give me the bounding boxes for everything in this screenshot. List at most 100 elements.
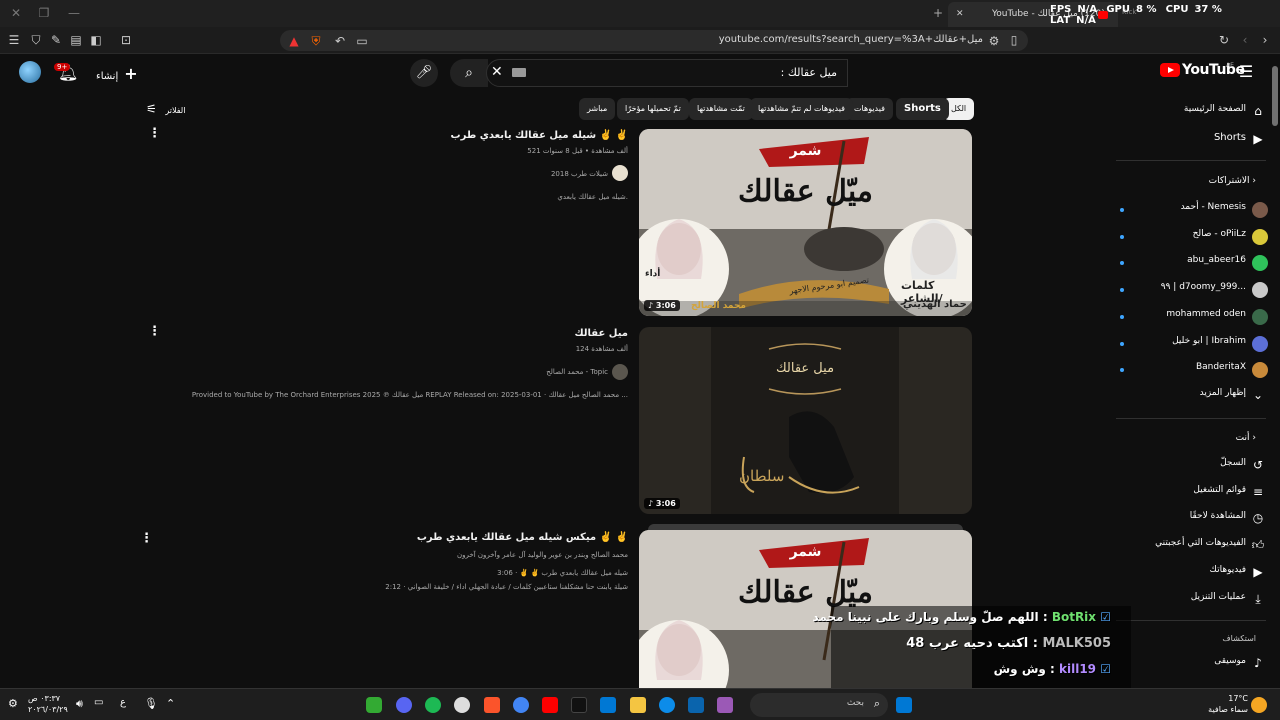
page-scrollbar[interactable] xyxy=(1270,54,1280,688)
mix-item-2[interactable]: شيلة يابنت حنا مشكلفنا ستاعبين كلمات / ع… xyxy=(385,583,628,591)
chip-unwatched[interactable]: فيديوهات لم تتمّ مشاهدتها xyxy=(750,98,853,120)
bookmark-icon[interactable]: ▯ xyxy=(1006,32,1022,48)
chrome-icon[interactable] xyxy=(513,697,529,713)
brave-shield-icon[interactable]: ⛨ xyxy=(308,33,324,49)
more-actions-icon[interactable]: ⋮ xyxy=(148,324,161,339)
tiktok-icon[interactable] xyxy=(571,697,587,713)
chip-recent[interactable]: تمّ تحميلها مؤخرًا xyxy=(617,98,689,120)
sidebar-item-you[interactable]: الفيديوهات التي أعجبتني 👍︎ xyxy=(1116,538,1264,558)
tabs-icon[interactable]: ▤ xyxy=(68,32,84,48)
copilot-icon[interactable] xyxy=(717,697,733,713)
channel-name-1[interactable]: شيلات طرب 2018 xyxy=(551,170,608,178)
forward-icon[interactable]: ‹ xyxy=(1237,32,1253,48)
chip-videos[interactable]: فيديوهات xyxy=(846,98,893,120)
mix-item-1[interactable]: شيله ميل عقالك يابعدي طرب ✌️ ✌️ · 3:06 xyxy=(497,569,628,577)
show-more-button[interactable]: إظهار المزيد ⌄ xyxy=(1116,388,1263,408)
youtube-logo[interactable]: YouTube AE xyxy=(1160,62,1245,78)
sidebar-subscription[interactable]: BanderitaX xyxy=(1116,362,1268,382)
channel-avatar-1[interactable] xyxy=(612,165,628,181)
brave-rewards-icon[interactable]: ▲ xyxy=(286,33,302,49)
thumbnail-art-2 xyxy=(741,343,860,494)
minimize-window-icon[interactable]: — xyxy=(64,4,84,22)
voice-search-icon[interactable]: 🎤︎ xyxy=(410,59,438,87)
address-bar[interactable]: ▲ ⛨ ↶ ▭ youtube.com/results?search_query… xyxy=(280,30,1028,51)
scrollbar-thumb[interactable] xyxy=(1272,66,1278,126)
create-button[interactable]: إنشاء + xyxy=(96,64,138,83)
share-icon[interactable]: ↶ xyxy=(332,33,348,49)
sidebar-item-home[interactable]: الصفحة الرئيسية ⌂ xyxy=(1116,104,1262,124)
sidebar-item-shorts[interactable]: Shorts ▶ xyxy=(1116,132,1263,152)
microphone-icon[interactable]: 🎙︎ xyxy=(144,697,160,713)
restore-window-icon[interactable]: ❐ xyxy=(34,4,54,22)
chip-shorts[interactable]: Shorts xyxy=(896,98,949,120)
filters-button[interactable]: ⚟ الفلاتر xyxy=(146,102,185,116)
folder-icon[interactable] xyxy=(630,697,646,713)
close-window-icon[interactable]: ✕ xyxy=(6,4,26,22)
avatar[interactable] xyxy=(19,61,41,83)
edge-icon[interactable] xyxy=(659,697,675,713)
sidebar-subscription[interactable]: ابو خليل | Ibrahim xyxy=(1116,335,1268,356)
keyboard-icon[interactable] xyxy=(512,68,526,77)
taskbar-search[interactable]: بحث ⌕ xyxy=(750,693,888,717)
menu-icon[interactable]: ☰ xyxy=(6,32,22,48)
video-title-1[interactable]: شيله ميل عقالك يابعدي طرب ✌️ ✌️ xyxy=(451,130,628,141)
sidebar-subscription[interactable]: mohammed oden xyxy=(1116,308,1268,329)
thumb1-right-name: حماد الهذيني xyxy=(903,299,967,310)
shield-icon[interactable]: ⛉ xyxy=(28,32,44,48)
sidebar-item-you[interactable]: فيديوهاتك ▶ xyxy=(1116,565,1263,585)
clock[interactable]: ٠٣:٣٧ ص ٢٠٢٦/٠٣/٢٩ xyxy=(28,693,68,715)
video-thumbnail-1[interactable]: شمر ميّل عقالك أداء محمد الصالح كلمات ال… xyxy=(639,129,972,316)
chip-watched[interactable]: تمّت مشاهدتها xyxy=(689,98,753,120)
chevron-up-icon[interactable]: ⌃ xyxy=(166,697,182,713)
subscriptions-header[interactable]: الاشتراكات › xyxy=(1209,176,1256,186)
start-icon[interactable] xyxy=(896,697,912,713)
youtube-icon[interactable] xyxy=(542,697,558,713)
app-icon-1[interactable] xyxy=(366,697,382,713)
spotify-icon[interactable] xyxy=(425,697,441,713)
sidebar-subscription[interactable]: ۹۹ | d7oomy_999... xyxy=(1116,282,1268,302)
chip-live[interactable]: مباشر xyxy=(579,98,616,120)
channel-avatar-2[interactable] xyxy=(612,364,628,380)
sidebar-icon[interactable]: ◧ xyxy=(88,32,104,48)
site-settings-icon[interactable]: ⚙ xyxy=(986,33,1002,49)
new-tab-icon[interactable]: + xyxy=(928,4,948,22)
video-thumbnail-2[interactable]: ميل عقالك سلطان ♪ 3:06 xyxy=(639,327,972,514)
video-title-3[interactable]: ميكس شيله ميل عقالك يابعدي طرب ✌️ ✌️ xyxy=(417,532,628,543)
sidebar-item-you[interactable]: قوائم التشغيل ≡ xyxy=(1116,485,1263,505)
sidebar-item-you[interactable]: السجلّ ↺ xyxy=(1116,458,1263,478)
thumb2-signature: سلطان xyxy=(739,467,785,485)
sidebar-subscription[interactable]: أحمد - Nemesis xyxy=(1116,202,1268,222)
screenshot-icon[interactable]: ⊡ xyxy=(118,32,134,48)
clear-search-icon[interactable]: ✕ xyxy=(491,64,503,80)
more-actions-icon[interactable]: ⋮ xyxy=(140,531,153,546)
cast-icon[interactable]: ▭ xyxy=(354,33,370,49)
sidebar-item-you[interactable]: عمليات التنزيل ⤓ xyxy=(1116,592,1261,612)
sidebar-item-you[interactable]: المشاهدة لاحقًا ◷ xyxy=(1116,511,1264,531)
network-icon[interactable]: ▭ xyxy=(94,697,110,713)
sidebar-subscription[interactable]: abu_abeer16 xyxy=(1116,255,1268,275)
discord-icon[interactable] xyxy=(396,697,412,713)
weather-widget[interactable]: 17°C سماء صافية xyxy=(1208,693,1248,715)
extensions-icon[interactable]: ✎ xyxy=(48,32,64,48)
back-icon[interactable]: › xyxy=(1257,32,1273,48)
steam-icon[interactable] xyxy=(454,697,470,713)
home-icon: ⌂ xyxy=(1254,104,1262,118)
video-title-2[interactable]: ميل عقالك xyxy=(574,328,628,339)
clock-time: ٠٣:٣٧ ص xyxy=(28,694,61,703)
more-actions-icon[interactable]: ⋮ xyxy=(148,126,161,141)
guide-menu-icon[interactable]: ☰ xyxy=(1236,62,1256,82)
brave-icon[interactable] xyxy=(484,697,500,713)
sidebar-subscription[interactable]: صالح - oPiiLz xyxy=(1116,228,1268,249)
channel-name-2[interactable]: محمد الصالح - Topic xyxy=(546,368,608,376)
volume-icon[interactable]: 🔊︎ xyxy=(76,697,92,713)
sidebar-item-music[interactable]: موسيقى ♪ xyxy=(1116,656,1262,676)
settings-icon[interactable]: ⚙ xyxy=(8,697,24,713)
you-header[interactable]: أنت › xyxy=(1236,433,1256,443)
reload-icon[interactable]: ↻ xyxy=(1216,32,1232,48)
language-indicator[interactable]: ع xyxy=(120,697,136,713)
store-icon[interactable] xyxy=(600,697,616,713)
search-input[interactable]: : ميل عقالك xyxy=(486,59,848,87)
close-tab-icon[interactable]: ✕ xyxy=(956,2,964,27)
search-button[interactable]: ⌕ xyxy=(450,59,488,87)
outlook-icon[interactable] xyxy=(688,697,704,713)
